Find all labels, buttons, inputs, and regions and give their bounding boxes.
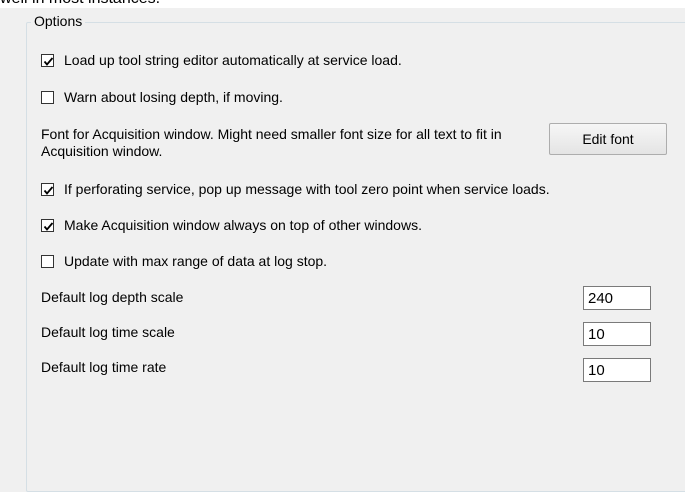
top-cut-text: well in most instances. xyxy=(0,0,160,8)
checkbox-label: Update with max range of data at log sto… xyxy=(64,253,328,269)
checkbox-label: Make Acquisition window always on top of… xyxy=(64,217,422,233)
depth-scale-input[interactable] xyxy=(583,286,651,310)
depth-scale-label: Default log depth scale xyxy=(41,289,184,305)
perforating-popup-checkbox[interactable] xyxy=(41,182,54,196)
options-title: Options xyxy=(31,12,86,30)
checkbox-row-update-max-range[interactable]: Update with max range of data at log sto… xyxy=(41,251,327,271)
time-scale-label: Default log time scale xyxy=(41,324,175,340)
load-tool-string-editor-checkbox[interactable] xyxy=(41,53,54,67)
warn-losing-depth-checkbox[interactable] xyxy=(41,90,54,104)
font-note-text: Font for Acquisition window. Might need … xyxy=(41,126,502,159)
time-rate-label: Default log time rate xyxy=(41,359,167,375)
checkbox-row-perforating-popup[interactable]: If perforating service, pop up message w… xyxy=(41,179,550,199)
time-rate-input[interactable] xyxy=(583,358,651,382)
checkbox-label: If perforating service, pop up message w… xyxy=(64,181,550,197)
top-cut-text-strip: well in most instances. xyxy=(0,0,685,8)
checkbox-row-warn-losing-depth[interactable]: Warn about losing depth, if moving. xyxy=(41,87,283,107)
always-on-top-checkbox[interactable] xyxy=(41,218,54,232)
checkbox-row-load-tool-string-editor[interactable]: Load up tool string editor automatically… xyxy=(41,50,402,70)
edit-font-button[interactable]: Edit font xyxy=(549,123,667,155)
checkmark-icon xyxy=(43,185,54,195)
checkbox-label: Warn about losing depth, if moving. xyxy=(64,89,283,105)
update-max-range-checkbox[interactable] xyxy=(41,254,54,268)
checkmark-icon xyxy=(43,221,54,231)
time-scale-input[interactable] xyxy=(583,322,651,346)
checkbox-label: Load up tool string editor automatically… xyxy=(64,52,402,68)
checkmark-icon xyxy=(43,56,54,66)
checkbox-row-always-on-top[interactable]: Make Acquisition window always on top of… xyxy=(41,215,422,235)
